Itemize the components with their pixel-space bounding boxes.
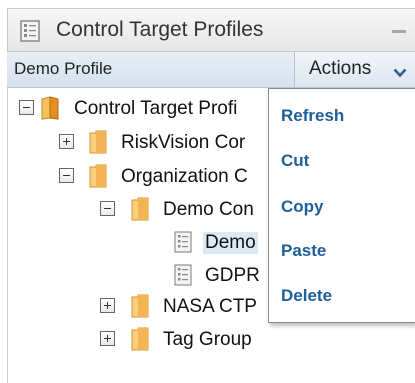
tree-node-demo-con: Demo Con [8,195,268,229]
tree-node-label[interactable]: GDPR [205,265,260,287]
profile-document-icon [20,20,40,42]
tree-node-nasa-ctp: NASA CTP [8,292,268,326]
actions-dropdown-menu: Refresh Cut Copy Paste Delete [268,88,415,323]
collapse-toggle-icon[interactable] [19,100,34,115]
expand-toggle-icon[interactable] [100,331,115,346]
document-icon [174,263,192,287]
tree-node-label[interactable]: Tag Group [163,329,252,351]
folder-icon [131,327,149,351]
collapse-toggle-icon[interactable] [100,201,115,216]
tree-node-control-target-profiles: Control Target Profi [8,94,268,128]
tree-node-label[interactable]: Control Target Profi [74,98,237,120]
folder-icon [89,164,107,188]
panel-title: Control Target Profiles [56,18,264,41]
actions-button-label: Actions [309,58,372,79]
tree-node-label[interactable]: Demo Con [163,199,254,221]
folder-icon [131,294,149,318]
tree-node-demo: Demo [8,228,268,262]
expand-toggle-icon[interactable] [100,298,115,313]
tree-node-riskvision: RiskVision Cor [8,128,268,162]
panel-titlebar: Control Target Profiles [7,8,415,52]
expand-toggle-icon[interactable] [59,134,74,149]
folder-icon [89,130,107,154]
chevron-down-icon [393,65,407,78]
open-folder-icon [41,96,59,120]
minimize-icon[interactable] [392,30,406,33]
control-target-profiles-panel: Control Target Profiles Demo Profile Act… [0,0,415,383]
document-icon [174,230,192,254]
selected-profile-label: Demo Profile [14,59,113,78]
collapse-toggle-icon[interactable] [59,168,74,183]
menu-item-refresh[interactable]: Refresh [281,106,344,126]
tree-node-label[interactable]: Demo [203,232,258,254]
menu-item-delete[interactable]: Delete [281,286,332,306]
menu-item-copy[interactable]: Copy [281,197,324,217]
menu-item-paste[interactable]: Paste [281,241,326,261]
panel-toolbar: Demo Profile Actions [7,52,415,88]
tree-node-label[interactable]: NASA CTP [163,296,257,318]
actions-button[interactable]: Actions [294,52,415,87]
menu-item-cut[interactable]: Cut [281,151,309,171]
folder-icon [131,197,149,221]
tree-node-gdpr: GDPR [8,261,268,295]
tree-node-organization: Organization C [8,162,268,196]
tree-node-label[interactable]: RiskVision Cor [121,132,245,154]
tree-node-tag-group: Tag Group [8,325,268,359]
tree-node-label[interactable]: Organization C [121,166,248,188]
